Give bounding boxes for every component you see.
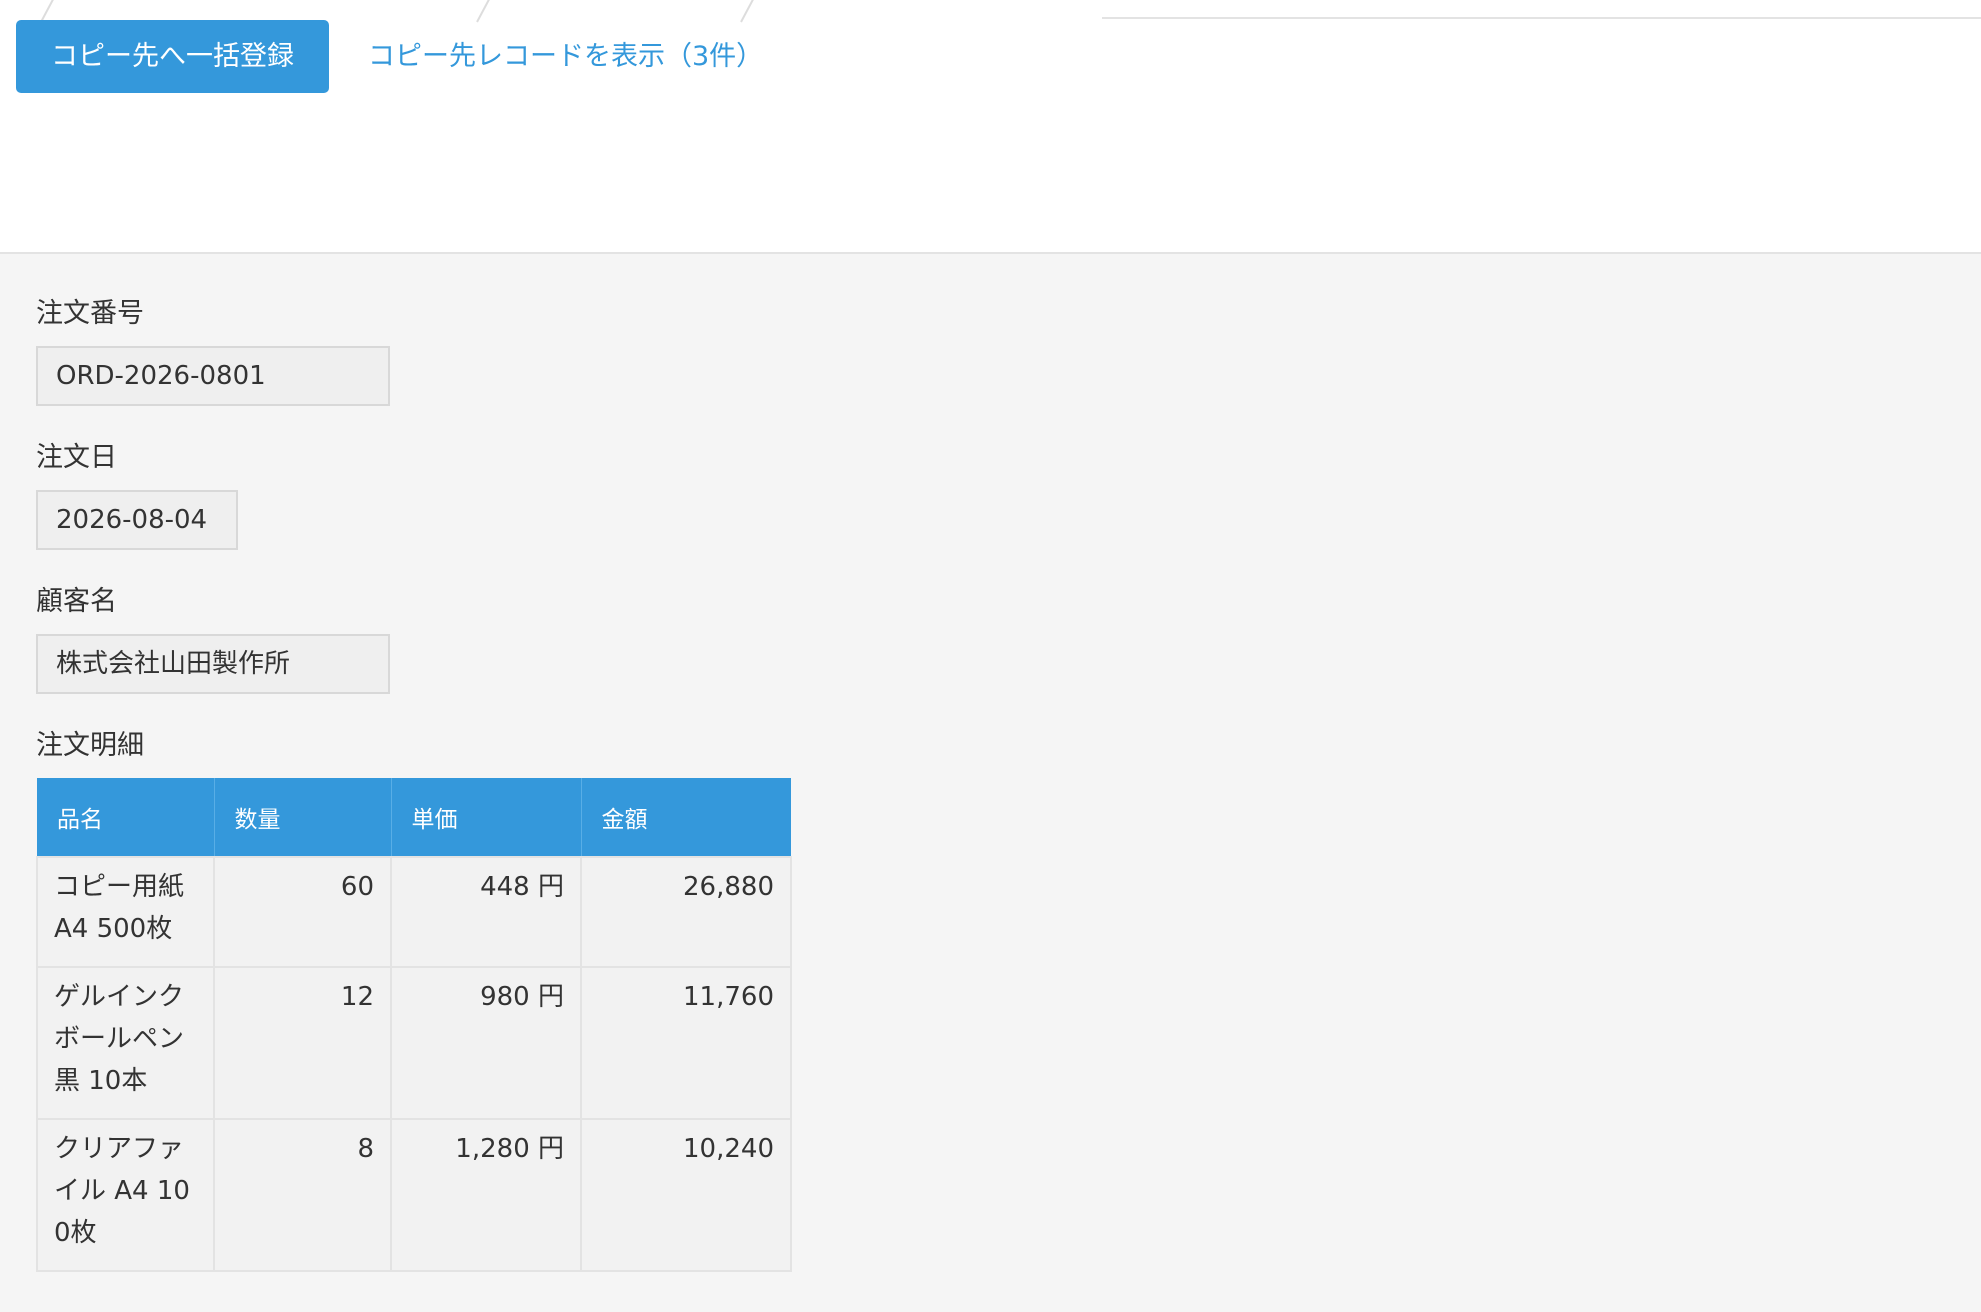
cell-amount: 26,880: [580, 856, 792, 968]
order-date-value: 2026-08-04: [36, 490, 238, 550]
cell-unit-price: 448 円: [390, 856, 582, 968]
order-details-table: 品名 数量 単価 金額 コピー用紙 A4 500枚 60 448 円 26,88…: [36, 778, 792, 1272]
cell-item-name: コピー用紙 A4 500枚: [36, 856, 215, 968]
table-row: ゲルインクボールペン 黒 10本 12 980 円 11,760: [36, 966, 792, 1120]
record-toolbar: コピー先へ一括登録 コピー先レコードを表示（3件）: [0, 0, 1981, 254]
table-row: クリアファイル A4 100枚 8 1,280 円 10,240: [36, 1118, 792, 1272]
order-number-value: ORD-2026-0801: [36, 346, 390, 406]
column-header-unit-price: 単価: [390, 778, 581, 857]
table-row: コピー用紙 A4 500枚 60 448 円 26,880: [36, 856, 792, 968]
order-date-label: 注文日: [36, 442, 117, 473]
toolbar-rule: [1102, 17, 1981, 19]
cell-quantity: 8: [213, 1118, 392, 1272]
table-header-row: 品名 数量 単価 金額: [37, 778, 791, 857]
column-header-quantity: 数量: [213, 778, 391, 857]
cell-quantity: 60: [213, 856, 392, 968]
customer-name-value: 株式会社山田製作所: [36, 634, 390, 694]
view-copy-records-link[interactable]: コピー先レコードを表示（3件）: [368, 20, 763, 93]
cell-quantity: 12: [213, 966, 392, 1120]
cell-unit-price: 1,280 円: [390, 1118, 582, 1272]
cell-amount: 11,760: [580, 966, 792, 1120]
bulk-register-button[interactable]: コピー先へ一括登録: [16, 20, 329, 93]
cell-unit-price: 980 円: [390, 966, 582, 1120]
column-header-item-name: 品名: [37, 778, 214, 857]
column-header-amount: 金額: [580, 778, 791, 857]
order-number-label: 注文番号: [36, 298, 144, 329]
order-details-label: 注文明細: [36, 730, 144, 761]
customer-name-label: 顧客名: [36, 586, 117, 617]
cell-item-name: クリアファイル A4 100枚: [36, 1118, 215, 1272]
cell-item-name: ゲルインクボールペン 黒 10本: [36, 966, 215, 1120]
cell-amount: 10,240: [580, 1118, 792, 1272]
